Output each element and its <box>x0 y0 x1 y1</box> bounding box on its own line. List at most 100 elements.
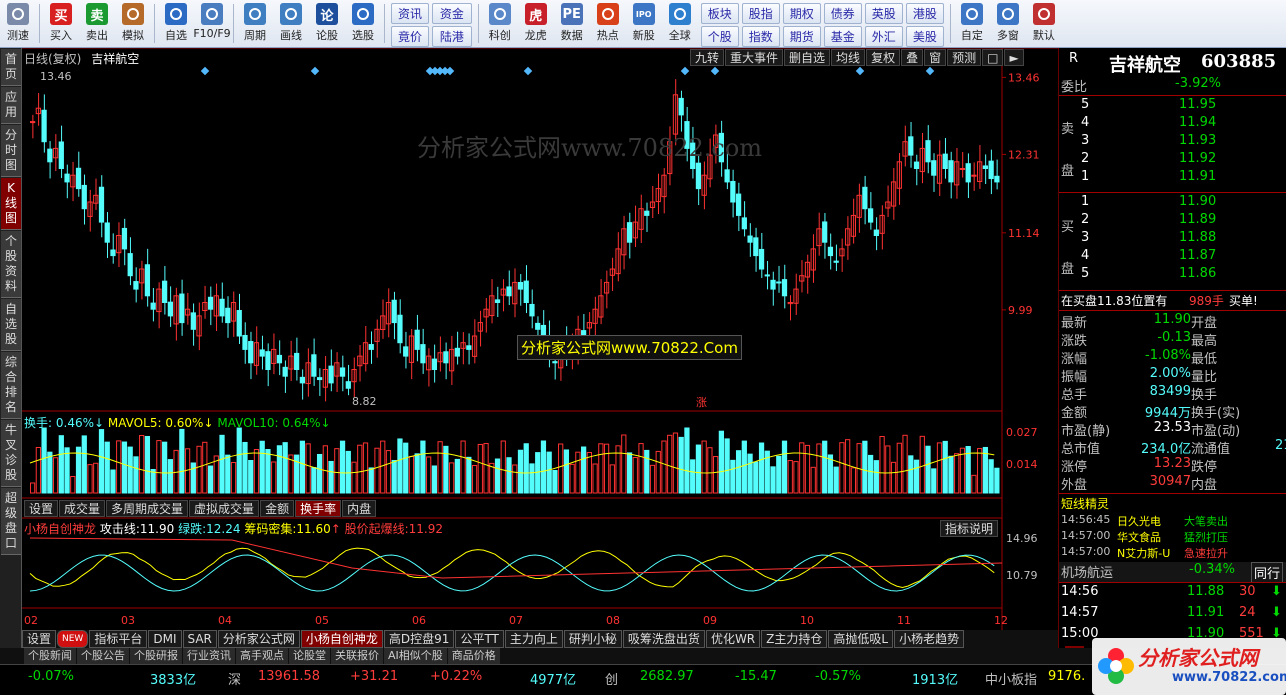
left-tab-0[interactable]: 首页 <box>1 49 21 86</box>
toolbar-button[interactable]: 指数 <box>741 26 780 47</box>
indicator-tab[interactable]: 公平TT <box>455 630 504 648</box>
toolbar-button[interactable]: 资金 <box>432 3 472 24</box>
indicator-tab[interactable]: 高抛低吸L <box>828 630 894 648</box>
toolbar-button[interactable]: 竟价 <box>391 26 430 47</box>
chart-top-button[interactable]: 叠 <box>901 49 924 66</box>
info-tab[interactable]: 个股研报 <box>130 648 182 664</box>
event-marker-icon[interactable] <box>855 66 865 76</box>
toolbar-button[interactable]: 基金 <box>823 26 862 47</box>
info-tab[interactable]: 个股新闻 <box>24 648 76 664</box>
info-tab[interactable]: AI相似个股 <box>384 648 447 664</box>
info-tab[interactable]: 个股公告 <box>77 648 129 664</box>
volume-tab[interactable]: 设置 <box>24 500 59 517</box>
event-marker-icon[interactable] <box>710 66 720 76</box>
info-tab[interactable]: 关联报价 <box>331 648 383 664</box>
left-tab-7[interactable]: 牛叉诊股 <box>1 420 21 487</box>
chart-top-button[interactable]: 均线 <box>831 49 866 66</box>
indicator-tab[interactable]: 设置 <box>22 630 57 648</box>
indicator-tab[interactable]: SAR <box>182 630 217 648</box>
toolbar-right_items-1[interactable]: 多窗 <box>990 0 1026 47</box>
toolbar-right_items-0[interactable]: 自定 <box>954 0 990 47</box>
left-tab-3[interactable]: K线图 <box>1 178 21 230</box>
toolbar-mid_items-5[interactable]: 全球 <box>662 0 698 47</box>
toolbar-left_items-6[interactable]: 周期 <box>237 0 273 47</box>
toolbar-mid_items-3[interactable]: 热点 <box>590 0 626 47</box>
left-tab-4[interactable]: 个股资料 <box>1 231 21 298</box>
toolbar-button[interactable]: 美股 <box>905 26 944 47</box>
toolbar-mid_items-1[interactable]: 虎龙虎 <box>518 0 554 47</box>
info-tab[interactable]: 高手观点 <box>236 648 288 664</box>
indicator-tab[interactable]: DMI <box>148 630 182 648</box>
toolbar-button[interactable]: 板块 <box>700 3 739 24</box>
arrow-right-icon[interactable]: ► <box>1004 49 1024 66</box>
left-tab-6[interactable]: 综合排名 <box>1 352 21 419</box>
toolbar-left_items-8[interactable]: 论论股 <box>309 0 345 47</box>
chart-top-button[interactable]: 九转 <box>690 49 725 66</box>
sector-button[interactable]: 同行 <box>1251 562 1284 583</box>
toolbar-button[interactable]: 英股 <box>864 3 903 24</box>
event-marker-icon[interactable] <box>925 66 935 76</box>
toolbar-left_items-9[interactable]: 选股 <box>345 0 381 47</box>
info-tab[interactable]: 论股堂 <box>289 648 330 664</box>
chart-top-button[interactable]: 删自选 <box>784 49 831 66</box>
left-tab-5[interactable]: 自选股 <box>1 299 21 351</box>
indicator-tab[interactable]: 主力向上 <box>504 630 563 648</box>
indicator-tab[interactable]: 吸筹洗盘出货 <box>622 630 705 648</box>
toolbar-left_items-0[interactable]: 测速 <box>0 0 36 47</box>
chart-top-button[interactable]: 复权 <box>866 49 901 66</box>
toolbar-button[interactable]: 期货 <box>782 26 821 47</box>
toolbar-right_items-2[interactable]: 默认 <box>1026 0 1062 47</box>
volume-tab[interactable]: 多周期成交量 <box>106 500 189 517</box>
volume-tab[interactable]: 虚拟成交量 <box>189 500 260 517</box>
stat-value: 23.53 <box>1153 420 1191 435</box>
kline-chart-area[interactable]: 13.46 12.31 11.14 9.99 14.96 10.79 0.027 0.014 0… <box>22 48 1058 630</box>
toolbar-left_items-5[interactable]: F10/F9 <box>193 0 231 47</box>
toolbar-left_items-1[interactable]: 买买入 <box>43 0 79 47</box>
toolbar-left_items-2[interactable]: 卖卖出 <box>79 0 115 47</box>
chart-top-button[interactable]: 预测 <box>947 49 982 66</box>
left-tab-1[interactable]: 应用 <box>1 87 21 124</box>
volume-tab[interactable]: 金额 <box>260 500 295 517</box>
indicator-tab[interactable]: 分析家公式网 <box>217 630 300 648</box>
toolbar-left_items-4[interactable]: 自选 <box>158 0 194 47</box>
event-marker-icon[interactable] <box>200 66 210 76</box>
indicator-tab[interactable]: 高D控盘91 <box>383 630 455 648</box>
event-marker-icon[interactable] <box>445 66 455 76</box>
volume-tab[interactable]: 内盘 <box>342 500 377 517</box>
chart-top-button[interactable]: 窗 <box>924 49 947 66</box>
info-tab[interactable]: 商品价格 <box>447 648 500 664</box>
indicator-tab[interactable]: 指标平台 <box>89 630 148 648</box>
toolbar-button[interactable]: 外汇 <box>864 26 903 47</box>
toolbar-left_items-3[interactable]: 模拟 <box>115 0 151 47</box>
indicator-tab[interactable]: 小杨自创神龙 <box>300 630 383 648</box>
event-marker-icon[interactable] <box>680 66 690 76</box>
toolbar-button[interactable]: 期权 <box>782 3 821 24</box>
indicator-explain-button[interactable]: 指标说明 <box>940 520 999 537</box>
toolbar-left_items-7[interactable]: 画线 <box>273 0 309 47</box>
toolbar-button[interactable]: 个股 <box>700 26 739 47</box>
quote-row: 金额 9944万 换手(实) <box>1059 402 1286 421</box>
toolbar-mid_items-0[interactable]: 科创 <box>482 0 518 47</box>
toolbar-button[interactable]: 股指 <box>741 3 780 24</box>
info-tab[interactable]: 行业资讯 <box>183 648 235 664</box>
toolbar-button[interactable]: 资讯 <box>391 3 430 24</box>
new-badge[interactable]: NEW <box>57 630 89 648</box>
left-tab-2[interactable]: 分时图 <box>1 125 21 177</box>
toolbar-button[interactable]: 债券 <box>823 3 862 24</box>
chart-top-button[interactable]: 重大事件 <box>725 49 784 66</box>
volume-tab[interactable]: 换手率 <box>295 500 342 517</box>
event-marker-icon[interactable] <box>310 66 320 76</box>
weibi-value: -3.92% <box>1175 76 1221 91</box>
event-marker-icon[interactable] <box>523 66 533 76</box>
lock-icon[interactable]: □ <box>982 49 1004 66</box>
toolbar-mid_items-2[interactable]: PE 数据 <box>554 0 590 47</box>
toolbar-mid_items-4[interactable]: IPO 新股 <box>626 0 662 47</box>
left-tab-8[interactable]: 超级盘口 <box>1 488 21 555</box>
indicator-tab[interactable]: 小杨老趋势 <box>894 630 965 648</box>
volume-tab[interactable]: 成交量 <box>59 500 106 517</box>
toolbar-button[interactable]: 陆港 <box>432 26 472 47</box>
indicator-tab[interactable]: Z主力持仓 <box>761 630 828 648</box>
toolbar-button[interactable]: 港股 <box>905 3 944 24</box>
indicator-tab[interactable]: 优化WR <box>705 630 761 648</box>
indicator-tab[interactable]: 研判小秘 <box>563 630 622 648</box>
